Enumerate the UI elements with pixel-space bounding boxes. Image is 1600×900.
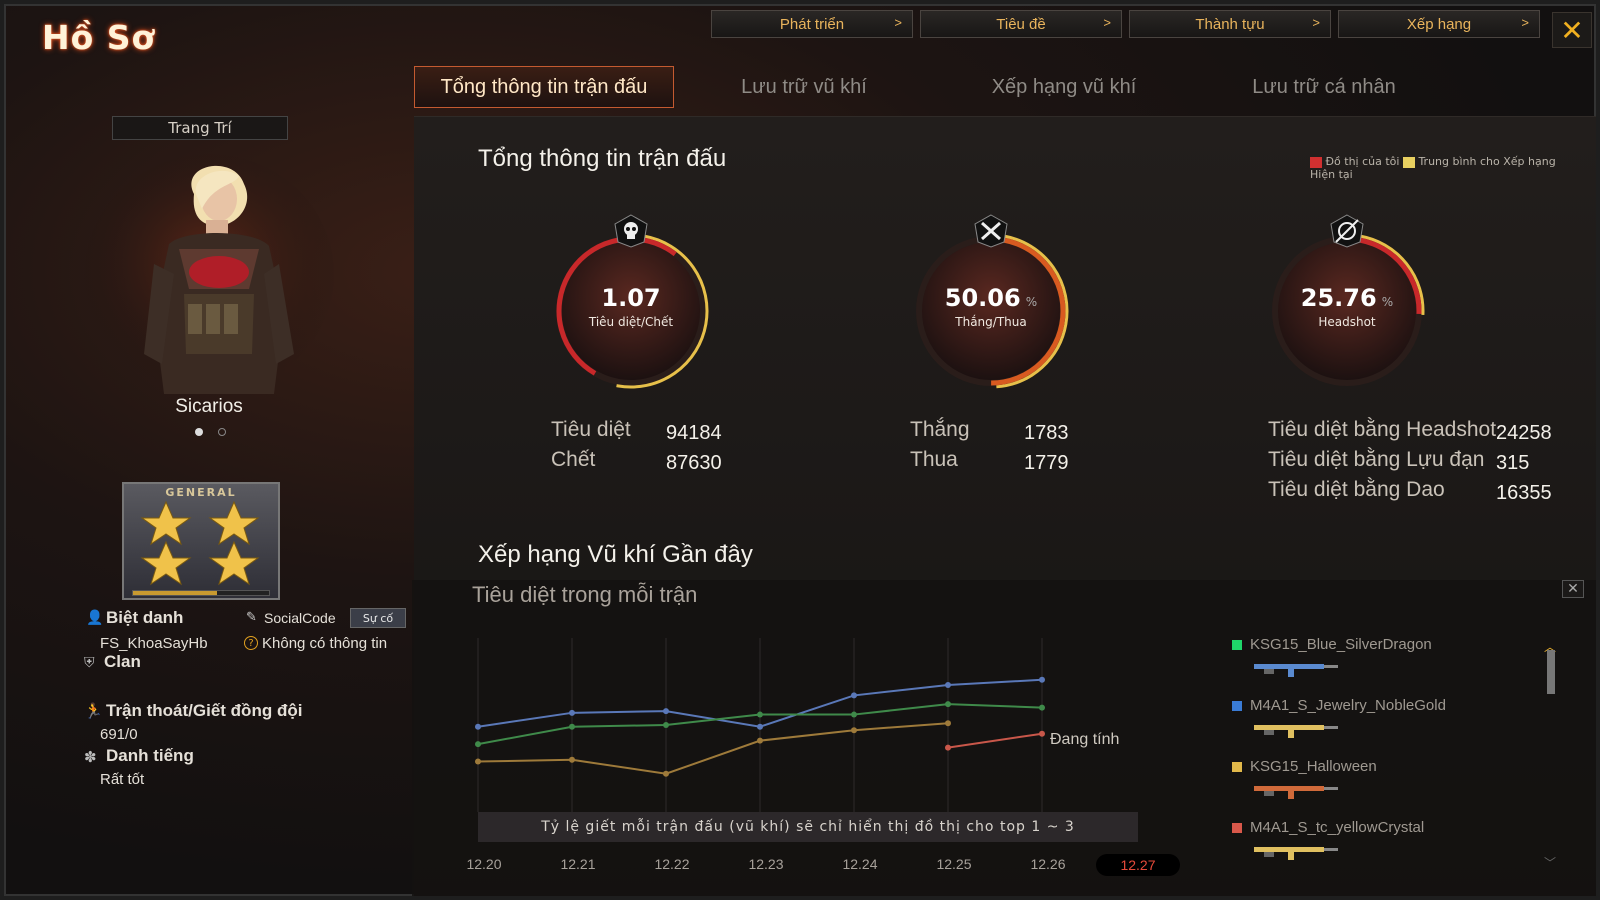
data-point bbox=[475, 723, 481, 730]
data-point bbox=[663, 722, 669, 728]
scroll-down-icon[interactable]: ﹀ bbox=[1539, 854, 1561, 871]
data-point bbox=[851, 727, 857, 734]
weapon-thumbnail-icon bbox=[1254, 725, 1338, 738]
x-tick-label: 12.21 bbox=[560, 856, 596, 872]
legend-swatch bbox=[1232, 701, 1242, 711]
x-tick-label[interactable]: 12.27 bbox=[1096, 854, 1180, 876]
data-point bbox=[757, 723, 763, 730]
scroll-thumb[interactable] bbox=[1547, 650, 1555, 694]
legend-swatch bbox=[1232, 823, 1242, 833]
data-point bbox=[569, 723, 575, 730]
data-point bbox=[475, 758, 481, 765]
data-point bbox=[851, 692, 857, 699]
x-tick-label: 12.24 bbox=[842, 856, 878, 872]
legend-weapon-name[interactable]: M4A1_S_Jewelry_NobleGold bbox=[1250, 697, 1446, 714]
data-point bbox=[945, 681, 951, 688]
legend-swatch bbox=[1232, 762, 1242, 772]
x-tick-label: 12.25 bbox=[936, 856, 972, 872]
data-point bbox=[757, 737, 763, 744]
weapon-thumbnail-icon bbox=[1254, 664, 1338, 677]
data-point bbox=[1039, 676, 1045, 683]
legend-weapon-name[interactable]: KSG15_Blue_SilverDragon bbox=[1250, 636, 1432, 653]
data-point bbox=[663, 770, 669, 777]
computing-status: Đang tính bbox=[1050, 731, 1120, 748]
legend-swatch bbox=[1232, 640, 1242, 650]
data-point bbox=[757, 711, 763, 718]
data-point bbox=[569, 709, 575, 716]
series-line bbox=[947, 732, 1043, 749]
data-point bbox=[1039, 730, 1045, 737]
legend-scrollbar[interactable]: ︿ ﹀ bbox=[1544, 638, 1556, 870]
x-tick-label: 12.26 bbox=[1030, 856, 1066, 872]
profile-window: Hồ Sơ Phát triển > Tiêu đề > Thành tựu >… bbox=[0, 0, 1600, 900]
data-point bbox=[1039, 704, 1045, 711]
x-tick-label: 12.20 bbox=[466, 856, 502, 872]
data-point bbox=[945, 701, 951, 708]
data-point bbox=[851, 711, 857, 718]
data-point bbox=[945, 744, 951, 751]
legend-weapon-name[interactable]: M4A1_S_tc_yellowCrystal bbox=[1250, 819, 1424, 836]
weapon-thumbnail-icon bbox=[1254, 847, 1338, 860]
weapon-thumbnail-icon bbox=[1254, 786, 1338, 799]
x-tick-label: 12.22 bbox=[654, 856, 690, 872]
data-point bbox=[569, 756, 575, 763]
legend-weapon-name[interactable]: KSG15_Halloween bbox=[1250, 758, 1377, 775]
x-tick-label: 12.23 bbox=[748, 856, 784, 872]
chart-note: Tỷ lệ giết mỗi trận đấu (vũ khí) sẽ chỉ … bbox=[478, 812, 1138, 842]
data-point bbox=[475, 741, 481, 748]
data-point bbox=[945, 720, 951, 727]
data-point bbox=[663, 708, 669, 715]
